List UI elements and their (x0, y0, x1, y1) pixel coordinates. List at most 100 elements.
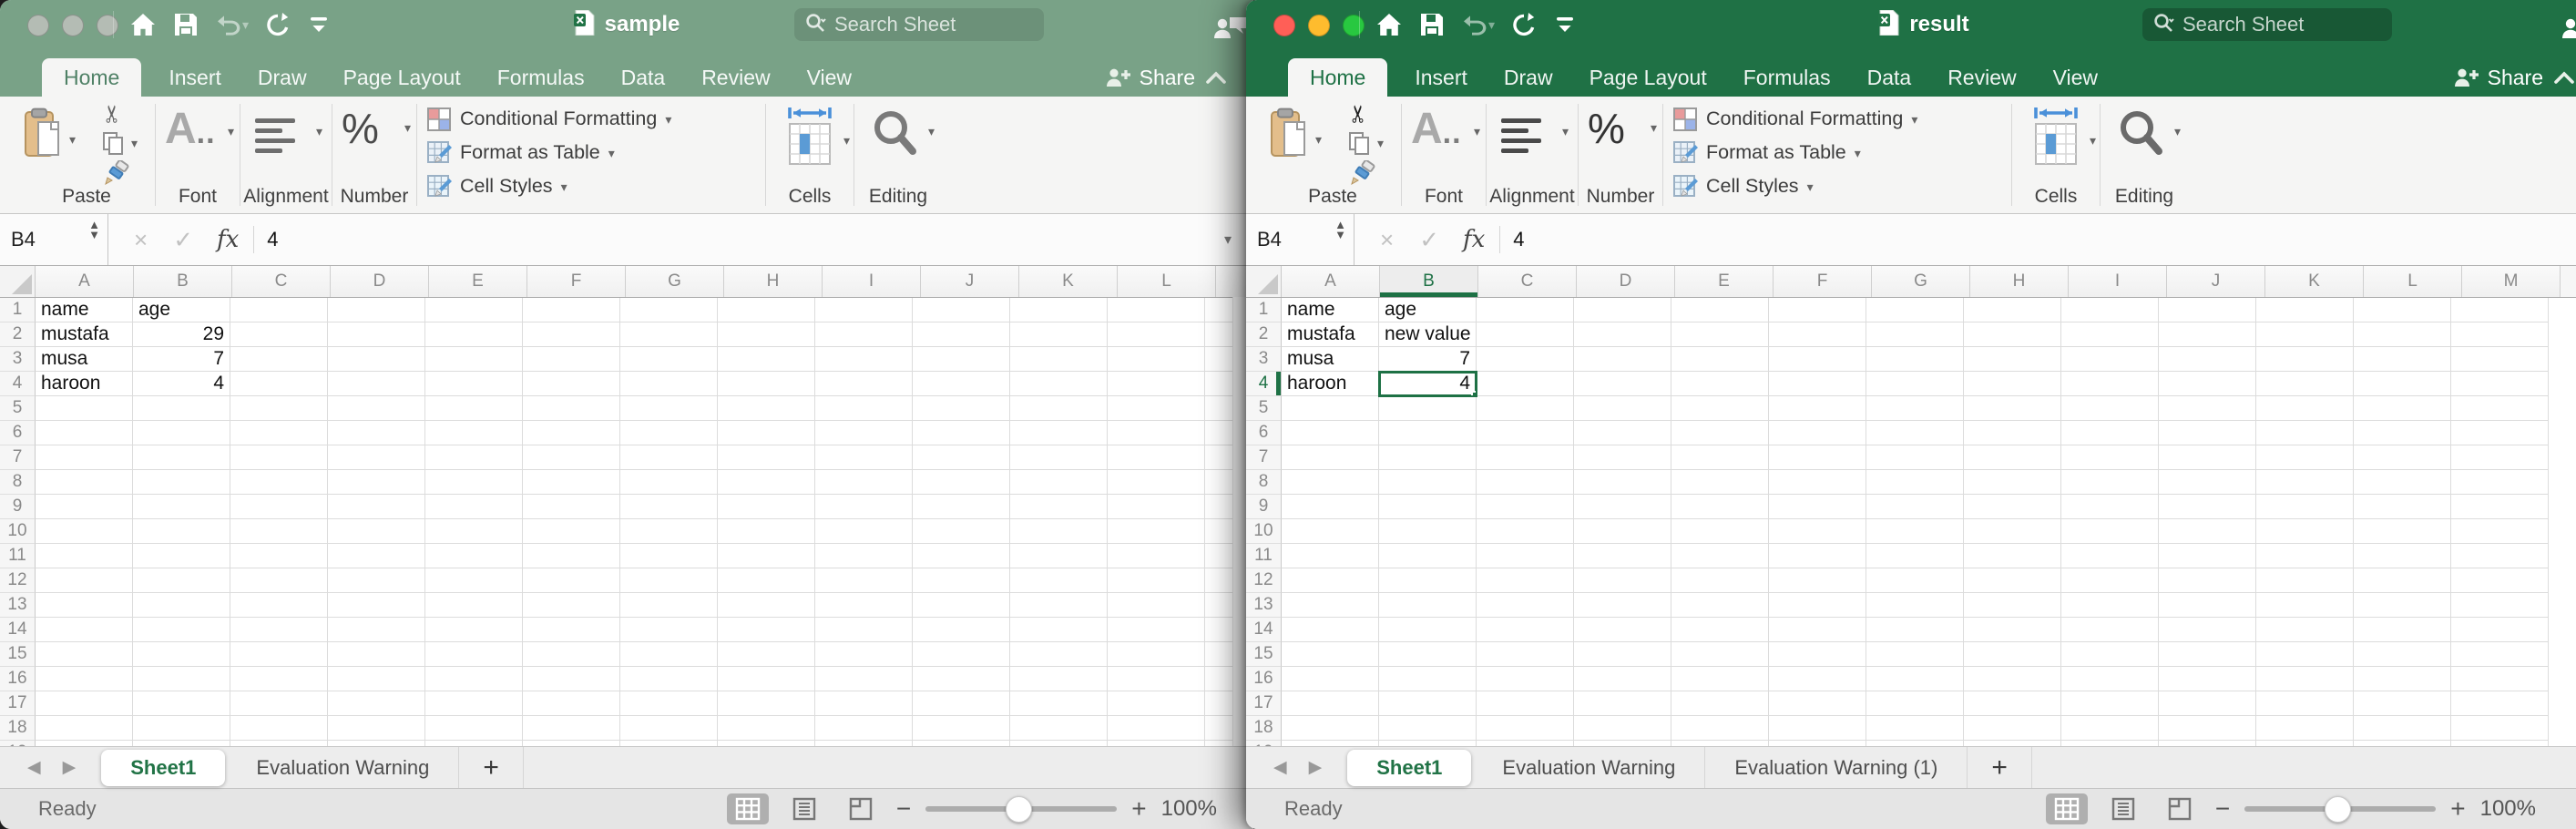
row-header-14[interactable]: 14 (0, 618, 36, 642)
cell-J16[interactable] (2159, 667, 2256, 691)
paste-button[interactable]: ▾ (1270, 107, 1322, 160)
cell-D15[interactable] (1574, 642, 1671, 667)
cell-B3[interactable]: 7 (133, 347, 230, 372)
cell-D2[interactable] (328, 322, 425, 347)
search-sheet-input[interactable]: Search Sheet (2142, 8, 2392, 41)
sheet-tab-evaluation-warning[interactable]: Evaluation Warning (227, 747, 459, 788)
cell-K17[interactable] (1010, 691, 1108, 716)
cell-J14[interactable] (2159, 618, 2256, 642)
cell-E13[interactable] (1671, 593, 1769, 618)
cell-C6[interactable] (1477, 421, 1574, 445)
cell-B15[interactable] (1379, 642, 1477, 667)
cell-C10[interactable] (230, 519, 328, 544)
cell-A9[interactable] (36, 495, 133, 519)
cell-F17[interactable] (1769, 691, 1866, 716)
cell-E17[interactable] (1671, 691, 1769, 716)
cell-H3[interactable] (718, 347, 815, 372)
cell-A11[interactable] (36, 544, 133, 568)
close-window-icon[interactable] (27, 15, 49, 36)
cell-K9[interactable] (2256, 495, 2354, 519)
row-header-11[interactable]: 11 (1246, 544, 1282, 568)
cell-E12[interactable] (1671, 568, 1769, 593)
cell-B2[interactable]: new value (1379, 322, 1477, 347)
cell-M8[interactable] (2451, 470, 2549, 495)
cell-H4[interactable] (718, 372, 815, 396)
name-box[interactable]: B4 ▲▼ (0, 214, 108, 265)
cell-E5[interactable] (425, 396, 523, 421)
cell-D6[interactable] (328, 421, 425, 445)
maximize-window-icon[interactable] (97, 15, 118, 36)
cell-I10[interactable] (815, 519, 913, 544)
cell-A4[interactable]: haroon (36, 372, 133, 396)
zoom-slider[interactable] (2244, 806, 2436, 812)
zoom-out-button[interactable]: − (896, 794, 911, 824)
cell-B14[interactable] (133, 618, 230, 642)
cell-I3[interactable] (2061, 347, 2159, 372)
cell-I7[interactable] (2061, 445, 2159, 470)
cell-G2[interactable] (620, 322, 718, 347)
cell-F2[interactable] (523, 322, 620, 347)
cell-H10[interactable] (1964, 519, 2061, 544)
cell-G13[interactable] (620, 593, 718, 618)
number-group[interactable]: % ▾ Number (1579, 97, 1662, 213)
cancel-icon[interactable]: × (134, 226, 148, 254)
column-header-K[interactable]: K (1019, 266, 1118, 297)
cell-K2[interactable] (2256, 322, 2354, 347)
cell-D13[interactable] (328, 593, 425, 618)
cell-A13[interactable] (1282, 593, 1379, 618)
window-controls[interactable] (27, 15, 118, 36)
row-header-18[interactable]: 18 (1246, 716, 1282, 741)
cell-B1[interactable]: age (133, 298, 230, 322)
cell-C1[interactable] (1477, 298, 1574, 322)
cell-J13[interactable] (2159, 593, 2256, 618)
font-dropdown-icon[interactable]: ▾ (1474, 124, 1480, 139)
row-header-15[interactable]: 15 (1246, 642, 1282, 667)
cell-D6[interactable] (1574, 421, 1671, 445)
cell-C8[interactable] (1477, 470, 1574, 495)
column-header-H[interactable]: H (724, 266, 823, 297)
cell-C2[interactable] (230, 322, 328, 347)
column-header-M[interactable]: M (2462, 266, 2561, 297)
cell-L13[interactable] (1108, 593, 1205, 618)
cell-L9[interactable] (1108, 495, 1205, 519)
cell-H7[interactable] (718, 445, 815, 470)
cell-E7[interactable] (1671, 445, 1769, 470)
cell-C11[interactable] (1477, 544, 1574, 568)
cell-M13[interactable] (2451, 593, 2549, 618)
cell-M7[interactable] (2451, 445, 2549, 470)
cell-A1[interactable]: name (36, 298, 133, 322)
cell-E2[interactable] (1671, 322, 1769, 347)
cell-I16[interactable] (815, 667, 913, 691)
page-layout-view-button[interactable] (2102, 793, 2144, 824)
cell-H4[interactable] (1964, 372, 2061, 396)
cell-H14[interactable] (718, 618, 815, 642)
cell-B13[interactable] (133, 593, 230, 618)
cell-D17[interactable] (328, 691, 425, 716)
cell-J12[interactable] (913, 568, 1010, 593)
cell-F9[interactable] (523, 495, 620, 519)
row-header-12[interactable]: 12 (1246, 568, 1282, 593)
cell-D18[interactable] (328, 716, 425, 741)
add-sheet-button[interactable]: + (459, 747, 524, 788)
column-header-B[interactable]: B (134, 266, 232, 297)
cell-A7[interactable] (1282, 445, 1379, 470)
cell-D8[interactable] (1574, 470, 1671, 495)
cell-J11[interactable] (913, 544, 1010, 568)
row-header-8[interactable]: 8 (0, 470, 36, 495)
sheet-tab-evaluation-warning[interactable]: Evaluation Warning (1473, 747, 1705, 788)
cell-A11[interactable] (1282, 544, 1379, 568)
cell-E1[interactable] (1671, 298, 1769, 322)
cell-J1[interactable] (2159, 298, 2256, 322)
cell-K2[interactable] (1010, 322, 1108, 347)
cell-C16[interactable] (1477, 667, 1574, 691)
cell-D18[interactable] (1574, 716, 1671, 741)
cell-L4[interactable] (1108, 372, 1205, 396)
cell-D3[interactable] (1574, 347, 1671, 372)
zoom-out-button[interactable]: − (2215, 794, 2230, 824)
redo-icon[interactable] (265, 12, 291, 37)
cell-D4[interactable] (1574, 372, 1671, 396)
row-header-8[interactable]: 8 (1246, 470, 1282, 495)
cell-K10[interactable] (1010, 519, 1108, 544)
cell-D9[interactable] (1574, 495, 1671, 519)
row-header-15[interactable]: 15 (0, 642, 36, 667)
